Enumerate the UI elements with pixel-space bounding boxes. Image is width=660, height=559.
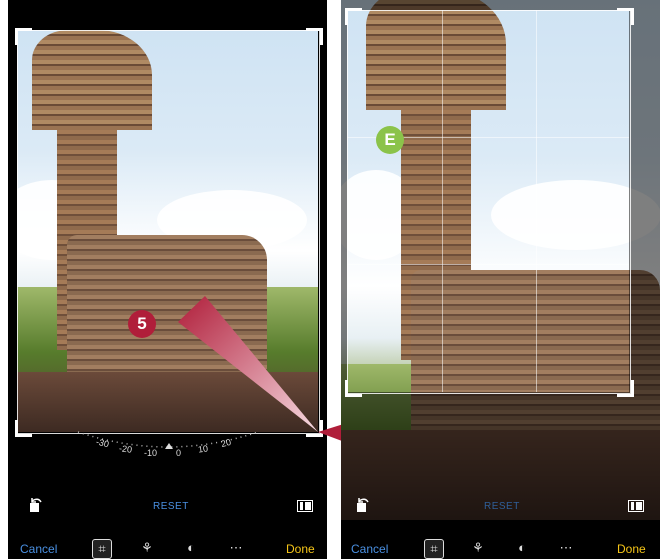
crop-corner-bottom-left[interactable] [345,380,362,397]
aspect-ratio-icon[interactable] [628,499,644,512]
crop-corner-top-left[interactable] [345,8,362,25]
dimmed-area [629,10,660,392]
more-icon[interactable]: ⋯ [557,539,575,557]
cancel-button[interactable]: Cancel [351,542,388,556]
step-e-callout: E [376,126,404,154]
filters-icon[interactable]: ⚘ [469,539,487,557]
dimmed-area [341,0,660,10]
crop-grid-line [536,10,537,392]
crop-frame[interactable] [347,10,631,394]
crop-grid-line [347,264,629,265]
done-button[interactable]: Done [617,542,646,556]
rotate-icon[interactable] [355,496,371,514]
crop-screen-right: RESET Cancel ⌗ ⚘ ◐ ⋯ Done [341,0,660,559]
bottom-toolbar: Cancel ⌗ ⚘ ◐ ⋯ Done [341,538,660,559]
crop-grid-line [442,10,443,392]
crop-corner-top-right[interactable] [617,8,634,25]
crop-corner-bottom-right[interactable] [617,380,634,397]
adjust-icon[interactable]: ◐ [513,539,531,557]
step-5-callout: 5 [128,310,156,338]
crop-icon[interactable]: ⌗ [424,539,444,559]
reset-button[interactable]: RESET [484,501,520,512]
